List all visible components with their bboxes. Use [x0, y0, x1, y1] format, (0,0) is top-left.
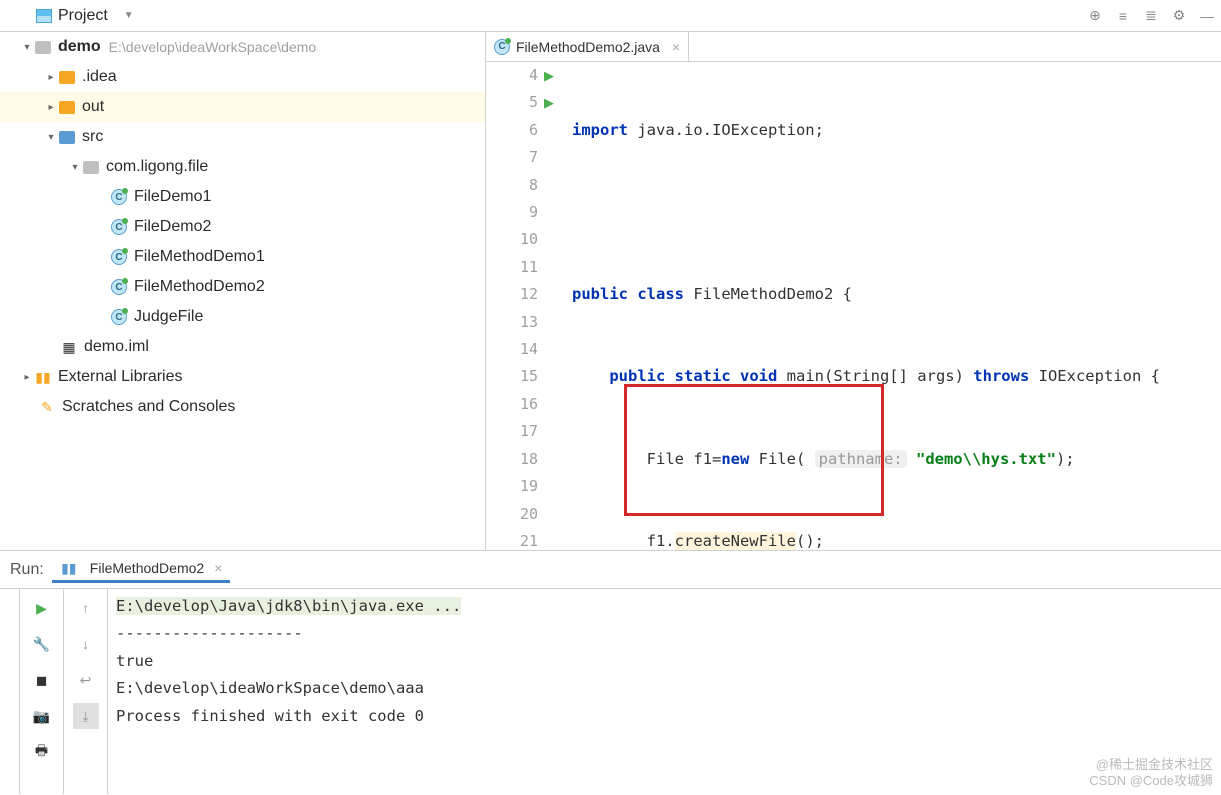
- collapse-all-icon[interactable]: ≣: [1137, 2, 1165, 30]
- chevron-down-icon[interactable]: ▾: [44, 132, 58, 143]
- soft-wrap-icon[interactable]: ↩: [73, 667, 99, 693]
- run-tab[interactable]: ▮▮ FileMethodDemo2 ×: [52, 556, 231, 583]
- hide-icon[interactable]: —: [1193, 2, 1221, 30]
- tree-package[interactable]: ▾ com.ligong.file: [0, 152, 485, 182]
- tree-iml[interactable]: ▦ demo.iml: [0, 332, 485, 362]
- wrench-icon[interactable]: 🔧: [29, 631, 55, 657]
- run-icon[interactable]: ▶: [544, 62, 564, 89]
- stop-icon[interactable]: ◼: [29, 667, 55, 693]
- run-gutter[interactable]: ▶▶: [544, 62, 564, 550]
- tree-file[interactable]: CFileMethodDemo1: [0, 242, 485, 272]
- project-selector[interactable]: Project ▼: [36, 7, 134, 25]
- project-label-text: Project: [58, 7, 108, 25]
- run-config-icon: ▮▮: [60, 560, 78, 576]
- tree-file[interactable]: CFileDemo2: [0, 212, 485, 242]
- close-icon[interactable]: ×: [672, 39, 680, 55]
- code-editor[interactable]: 45678910111213141516171819202122 ▶▶ impo…: [486, 62, 1221, 550]
- class-icon: C: [494, 39, 510, 55]
- target-icon[interactable]: ⊕: [1081, 2, 1109, 30]
- chevron-down-icon: ▼: [124, 10, 134, 21]
- tree-file[interactable]: CFileDemo1: [0, 182, 485, 212]
- tab-filemethoddemo2[interactable]: C FileMethodDemo2.java ×: [486, 32, 689, 61]
- tree-root[interactable]: ▾ demo E:\develop\ideaWorkSpace\demo: [0, 32, 485, 62]
- project-tree[interactable]: ▾ demo E:\develop\ideaWorkSpace\demo ▸ .…: [0, 32, 486, 550]
- chevron-right-icon[interactable]: ▸: [44, 102, 58, 113]
- run-icon[interactable]: ▶: [544, 89, 564, 116]
- run-icon[interactable]: ▶: [29, 595, 55, 621]
- up-icon[interactable]: ↑: [73, 595, 99, 621]
- project-icon: [36, 9, 52, 23]
- scratches-icon: ✎: [38, 399, 56, 415]
- library-icon: ▮▮: [34, 369, 52, 385]
- file-icon: ▦: [60, 339, 78, 355]
- tree-out[interactable]: ▸ out: [0, 92, 485, 122]
- camera-icon[interactable]: 📷: [29, 703, 55, 729]
- tree-file[interactable]: CFileMethodDemo2: [0, 272, 485, 302]
- close-icon[interactable]: ×: [214, 560, 222, 576]
- run-label: Run:: [10, 561, 44, 579]
- tree-idea[interactable]: ▸ .idea: [0, 62, 485, 92]
- expand-all-icon[interactable]: ≡: [1109, 2, 1137, 30]
- tool-window-stripe[interactable]: [0, 589, 20, 794]
- console-controls: ↑ ↓ ↩ ⤓: [64, 589, 108, 794]
- code-content[interactable]: import java.io.IOException; public class…: [564, 62, 1221, 550]
- run-controls: ▶ 🔧 ◼ 📷 🖶: [20, 589, 64, 794]
- editor-tabs: C FileMethodDemo2.java ×: [486, 32, 1221, 62]
- chevron-right-icon[interactable]: ▸: [44, 72, 58, 83]
- tree-scratches[interactable]: ✎ Scratches and Consoles: [0, 392, 485, 422]
- chevron-down-icon[interactable]: ▾: [20, 42, 34, 53]
- chevron-right-icon[interactable]: ▸: [20, 372, 34, 383]
- down-icon[interactable]: ↓: [73, 631, 99, 657]
- tree-src[interactable]: ▾ src: [0, 122, 485, 152]
- chevron-down-icon[interactable]: ▾: [68, 162, 82, 173]
- tree-file[interactable]: CJudgeFile: [0, 302, 485, 332]
- project-toolbar: Project ▼ ⊕ ≡ ≣ ⚙ —: [0, 0, 1221, 32]
- run-toolbar: Run: ▮▮ FileMethodDemo2 ×: [0, 550, 1221, 588]
- console-output[interactable]: E:\develop\Java\jdk8\bin\java.exe ... --…: [108, 589, 1221, 794]
- run-output-panel: ▶ 🔧 ◼ 📷 🖶 ↑ ↓ ↩ ⤓ E:\develop\Java\jdk8\b…: [0, 588, 1221, 794]
- print-icon[interactable]: 🖶: [29, 739, 55, 765]
- settings-icon[interactable]: ⚙: [1165, 2, 1193, 30]
- line-numbers: 45678910111213141516171819202122: [486, 62, 544, 550]
- tree-ext-libs[interactable]: ▸ ▮▮ External Libraries: [0, 362, 485, 392]
- scroll-end-icon[interactable]: ⤓: [73, 703, 99, 729]
